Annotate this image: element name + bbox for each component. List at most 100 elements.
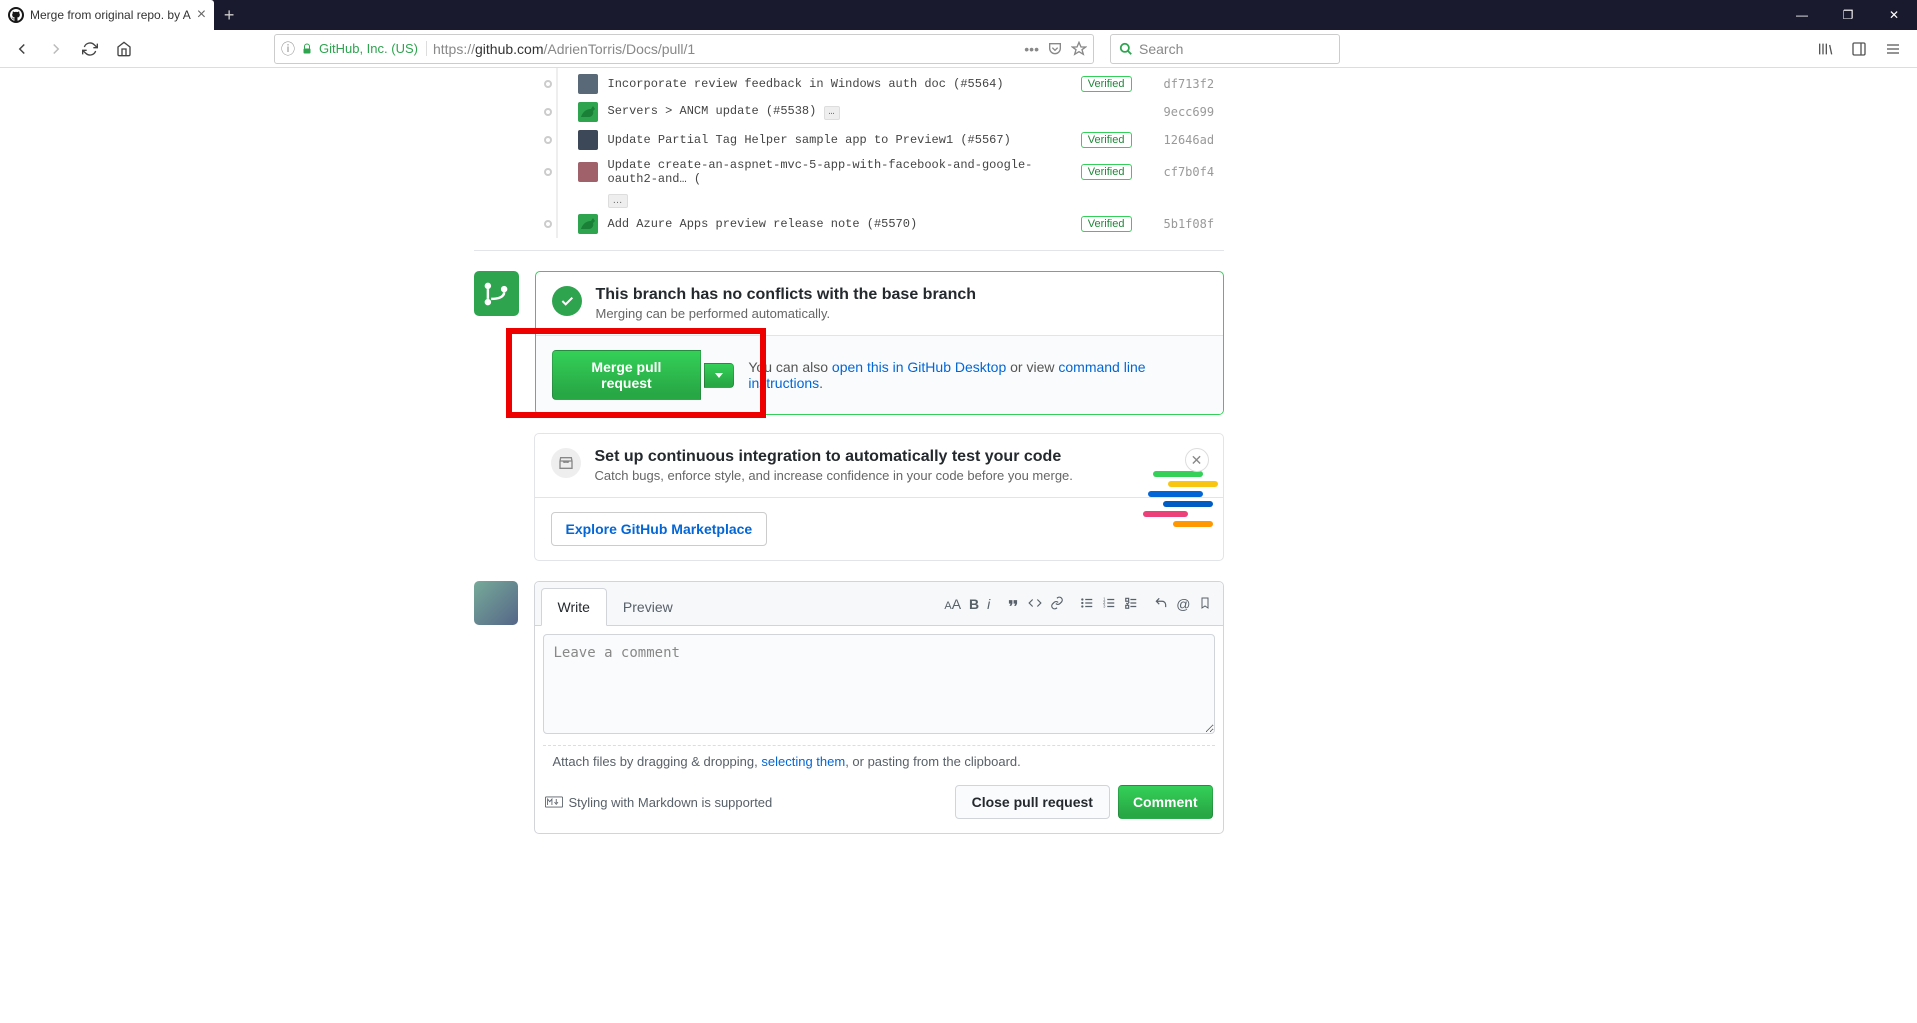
commit-row: … Update create-an-aspnet-mvc-5-app-with-… xyxy=(544,154,1224,210)
commit-sha[interactable]: cf7b0f4 xyxy=(1164,165,1224,179)
quote-icon[interactable] xyxy=(1006,596,1020,612)
tab-title: Merge from original repo. by A xyxy=(30,8,191,22)
merge-status-title: This branch has no conflicts with the ba… xyxy=(596,286,977,304)
tab-close-icon[interactable]: × xyxy=(197,6,206,24)
commit-author-avatar[interactable] xyxy=(578,102,598,122)
window-minimize-button[interactable]: — xyxy=(1779,0,1825,30)
mention-icon[interactable]: @ xyxy=(1176,596,1190,612)
merge-status-box: This branch has no conflicts with the ba… xyxy=(535,271,1224,415)
reload-button[interactable] xyxy=(76,35,104,63)
commit-author-avatar[interactable] xyxy=(578,130,598,150)
comment-form: Write Preview AA B i xyxy=(534,581,1224,834)
ul-icon[interactable] xyxy=(1080,596,1094,612)
saved-replies-icon[interactable] xyxy=(1199,596,1211,612)
commit-author-avatar[interactable] xyxy=(578,74,598,94)
attach-hint: Attach files by dragging & dropping, sel… xyxy=(543,745,1215,777)
commit-row: Servers > ANCM update (#5538) … 9ecc699 xyxy=(544,98,1224,126)
pocket-icon[interactable] xyxy=(1047,41,1063,57)
commit-message[interactable]: Incorporate review feedback in Windows a… xyxy=(608,77,1081,91)
browser-navbar: ⓘ GitHub, Inc. (US) https://github.com/A… xyxy=(0,30,1917,68)
close-pr-button[interactable]: Close pull request xyxy=(955,785,1110,819)
ci-decoration xyxy=(1143,466,1223,536)
verified-badge[interactable]: Verified xyxy=(1081,216,1132,232)
bold-icon[interactable]: B xyxy=(969,596,979,612)
back-button[interactable] xyxy=(8,35,36,63)
current-user-avatar xyxy=(474,581,518,625)
expand-ellipsis-button[interactable]: … xyxy=(608,194,628,208)
site-identity: GitHub, Inc. (US) xyxy=(319,41,427,56)
verified-badge[interactable]: Verified xyxy=(1081,164,1132,180)
browser-tab[interactable]: Merge from original repo. by A × xyxy=(0,0,214,30)
verified-badge[interactable]: Verified xyxy=(1081,132,1132,148)
commit-row: Add Azure Apps preview release note (#55… xyxy=(544,210,1224,238)
comment-button[interactable]: Comment xyxy=(1118,785,1213,819)
search-placeholder: Search xyxy=(1139,41,1183,57)
page-actions-icon[interactable]: ••• xyxy=(1024,41,1039,57)
select-files-link[interactable]: selecting them xyxy=(761,754,845,769)
explore-marketplace-button[interactable]: Explore GitHub Marketplace xyxy=(551,512,768,546)
ol-icon[interactable]: 123 xyxy=(1102,596,1116,612)
github-favicon xyxy=(8,7,24,23)
ci-subtitle: Catch bugs, enforce style, and increase … xyxy=(595,468,1073,483)
new-tab-button[interactable]: + xyxy=(214,0,244,30)
commit-author-avatar[interactable] xyxy=(578,214,598,234)
commit-dot-icon xyxy=(544,168,552,176)
check-circle-icon xyxy=(552,286,582,316)
markdown-toolbar: AA B i 123 xyxy=(932,596,1222,612)
merge-icon xyxy=(474,271,519,316)
markdown-support-hint[interactable]: Styling with Markdown is supported xyxy=(545,795,773,810)
lock-icon xyxy=(301,43,313,55)
marketplace-icon xyxy=(551,448,581,478)
code-icon[interactable] xyxy=(1028,596,1042,612)
commit-message[interactable]: Add Azure Apps preview release note (#55… xyxy=(608,217,1081,231)
reply-icon[interactable] xyxy=(1154,596,1168,612)
ci-dismiss-button[interactable]: ✕ xyxy=(1185,448,1209,472)
commit-dot-icon xyxy=(544,136,552,144)
heading-icon[interactable]: AA xyxy=(944,596,961,612)
italic-icon[interactable]: i xyxy=(987,596,990,612)
menu-icon[interactable] xyxy=(1885,41,1909,57)
open-desktop-link[interactable]: open this in GitHub Desktop xyxy=(832,359,1006,375)
forward-button[interactable] xyxy=(42,35,70,63)
url-text: https://github.com/AdrienTorris/Docs/pul… xyxy=(433,41,695,57)
commit-sha[interactable]: 12646ad xyxy=(1164,133,1224,147)
comment-textarea[interactable] xyxy=(543,634,1215,734)
commit-message[interactable]: Update create-an-aspnet-mvc-5-app-with-f… xyxy=(608,158,1081,186)
expand-ellipsis-button[interactable]: … xyxy=(824,106,840,120)
verified-badge[interactable]: Verified xyxy=(1081,76,1132,92)
commit-row: Update Partial Tag Helper sample app to … xyxy=(544,126,1224,154)
commit-row: Incorporate review feedback in Windows a… xyxy=(544,70,1224,98)
merge-pr-button[interactable]: Merge pull request xyxy=(552,350,702,400)
merge-pr-dropdown[interactable] xyxy=(704,363,734,388)
sidebar-icon[interactable] xyxy=(1851,41,1875,57)
link-icon[interactable] xyxy=(1050,596,1064,612)
library-icon[interactable] xyxy=(1817,41,1841,57)
commit-author-avatar[interactable] xyxy=(578,162,598,182)
commit-sha[interactable]: df713f2 xyxy=(1164,77,1224,91)
svg-text:3: 3 xyxy=(1103,603,1106,608)
info-icon[interactable]: ⓘ xyxy=(281,39,295,59)
window-close-button[interactable]: ✕ xyxy=(1871,0,1917,30)
commit-dot-icon xyxy=(544,220,552,228)
tasklist-icon[interactable] xyxy=(1124,596,1138,612)
commit-sha[interactable]: 5b1f08f xyxy=(1164,217,1224,231)
window-titlebar: Merge from original repo. by A × + — ❐ ✕ xyxy=(0,0,1917,30)
merge-hint-text: You can also open this in GitHub Desktop… xyxy=(748,359,1206,391)
commit-list: Incorporate review feedback in Windows a… xyxy=(474,68,1224,238)
url-bar[interactable]: ⓘ GitHub, Inc. (US) https://github.com/A… xyxy=(274,34,1094,64)
commit-dot-icon xyxy=(544,80,552,88)
ci-title: Set up continuous integration to automat… xyxy=(595,448,1073,466)
bookmark-star-icon[interactable] xyxy=(1071,41,1087,57)
home-button[interactable] xyxy=(110,35,138,63)
commit-message[interactable]: Update Partial Tag Helper sample app to … xyxy=(608,133,1081,147)
commit-sha[interactable]: 9ecc699 xyxy=(1164,105,1224,119)
tab-preview[interactable]: Preview xyxy=(607,589,689,625)
search-icon xyxy=(1119,42,1133,56)
commit-dot-icon xyxy=(544,108,552,116)
search-bar[interactable]: Search xyxy=(1110,34,1340,64)
ci-suggestion-box: Set up continuous integration to automat… xyxy=(534,433,1224,561)
commit-message[interactable]: Servers > ANCM update (#5538) … xyxy=(608,104,1080,120)
window-maximize-button[interactable]: ❐ xyxy=(1825,0,1871,30)
tab-write[interactable]: Write xyxy=(541,588,607,626)
merge-status-subtitle: Merging can be performed automatically. xyxy=(596,306,977,321)
